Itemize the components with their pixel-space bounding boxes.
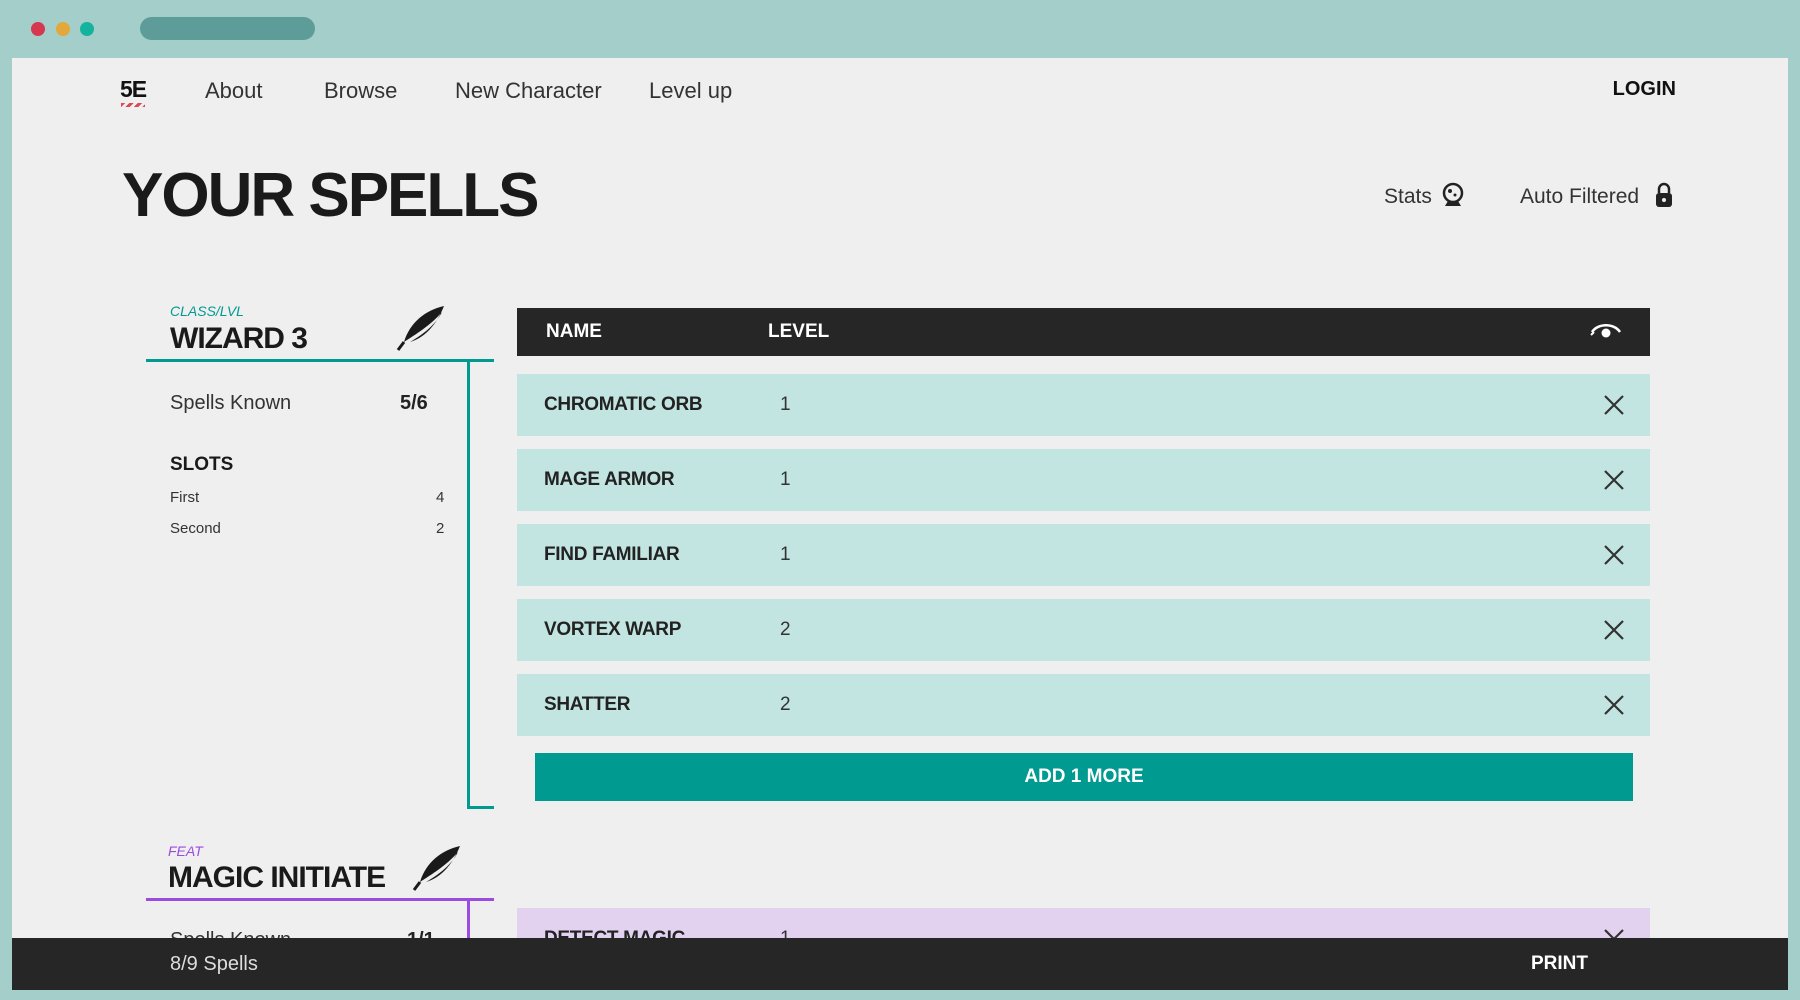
spells-known-label: Spells Known xyxy=(170,392,292,414)
spell-name: MAGE ARMOR xyxy=(544,469,675,490)
stats-label[interactable]: Stats xyxy=(1384,185,1432,209)
window-close-dot[interactable] xyxy=(31,22,45,36)
add-spell-button[interactable]: ADD 1 MORE xyxy=(535,753,1633,801)
spell-level: 1 xyxy=(780,469,791,490)
class-title: WIZARD 3 xyxy=(170,322,308,355)
slot-first-value: 4 xyxy=(436,489,445,506)
nav-link-browse[interactable]: Browse xyxy=(324,78,397,104)
spell-name: SHATTER xyxy=(544,694,631,715)
quill-icon[interactable] xyxy=(396,304,448,352)
spell-name: FIND FAMILIAR xyxy=(544,544,680,565)
nav-link-about[interactable]: About xyxy=(205,78,263,104)
spell-name: VORTEX WARP xyxy=(544,619,682,640)
window-minimize-dot[interactable] xyxy=(56,22,70,36)
spell-table-header: NAME LEVEL xyxy=(517,308,1650,356)
class-caption: CLASS/LVL xyxy=(170,303,244,319)
slot-second-value: 2 xyxy=(436,520,445,537)
close-icon[interactable] xyxy=(1602,393,1626,417)
spell-level: 2 xyxy=(780,694,791,715)
login-button[interactable]: LOGIN xyxy=(1613,78,1676,101)
spell-level: 2 xyxy=(780,619,791,640)
spell-level: 1 xyxy=(780,544,791,565)
spell-level: 1 xyxy=(780,394,791,415)
auto-filtered-label[interactable]: Auto Filtered xyxy=(1520,185,1639,209)
nav-link-level-up[interactable]: Level up xyxy=(649,78,732,104)
address-bar[interactable] xyxy=(140,17,315,40)
print-button[interactable]: PRINT xyxy=(1531,953,1588,975)
table-row[interactable]: SHATTER 2 xyxy=(517,674,1650,736)
spells-known-value: 5/6 xyxy=(400,392,428,414)
close-icon[interactable] xyxy=(1602,618,1626,642)
table-row[interactable]: CHROMATIC ORB 1 xyxy=(517,374,1650,436)
window-maximize-dot[interactable] xyxy=(80,22,94,36)
class-bracket-line xyxy=(467,359,470,809)
feat-divider xyxy=(146,898,494,901)
close-icon[interactable] xyxy=(1602,468,1626,492)
page-title: YOUR SPELLS xyxy=(122,161,540,230)
feat-title: MAGIC INITIATE xyxy=(168,861,386,894)
close-icon[interactable] xyxy=(1602,693,1626,717)
table-row[interactable]: VORTEX WARP 2 xyxy=(517,599,1650,661)
table-row[interactable]: FIND FAMILIAR 1 xyxy=(517,524,1650,586)
crystal-ball-icon[interactable] xyxy=(1440,182,1466,210)
lock-icon[interactable] xyxy=(1654,181,1674,209)
column-name[interactable]: NAME xyxy=(546,321,602,343)
slot-second-label: Second xyxy=(170,520,221,537)
slots-title: SLOTS xyxy=(170,454,234,475)
footer-bar: 8/9 Spells PRINT xyxy=(12,938,1788,990)
column-level[interactable]: LEVEL xyxy=(768,321,829,343)
spell-name: CHROMATIC ORB xyxy=(544,394,703,415)
eye-icon[interactable] xyxy=(1590,322,1622,342)
logo[interactable]: 5E xyxy=(120,76,147,103)
table-row[interactable]: MAGE ARMOR 1 xyxy=(517,449,1650,511)
close-icon[interactable] xyxy=(1602,543,1626,567)
class-bracket-foot xyxy=(467,806,494,809)
feat-caption: FEAT xyxy=(168,843,203,859)
logo-underline xyxy=(121,103,145,107)
class-divider xyxy=(146,359,494,362)
nav-link-new-character[interactable]: New Character xyxy=(455,78,602,104)
spell-count: 8/9 Spells xyxy=(170,953,258,975)
page: 5E About Browse New Character Level up L… xyxy=(12,58,1788,990)
slot-first-label: First xyxy=(170,489,200,506)
quill-icon[interactable] xyxy=(412,844,464,892)
